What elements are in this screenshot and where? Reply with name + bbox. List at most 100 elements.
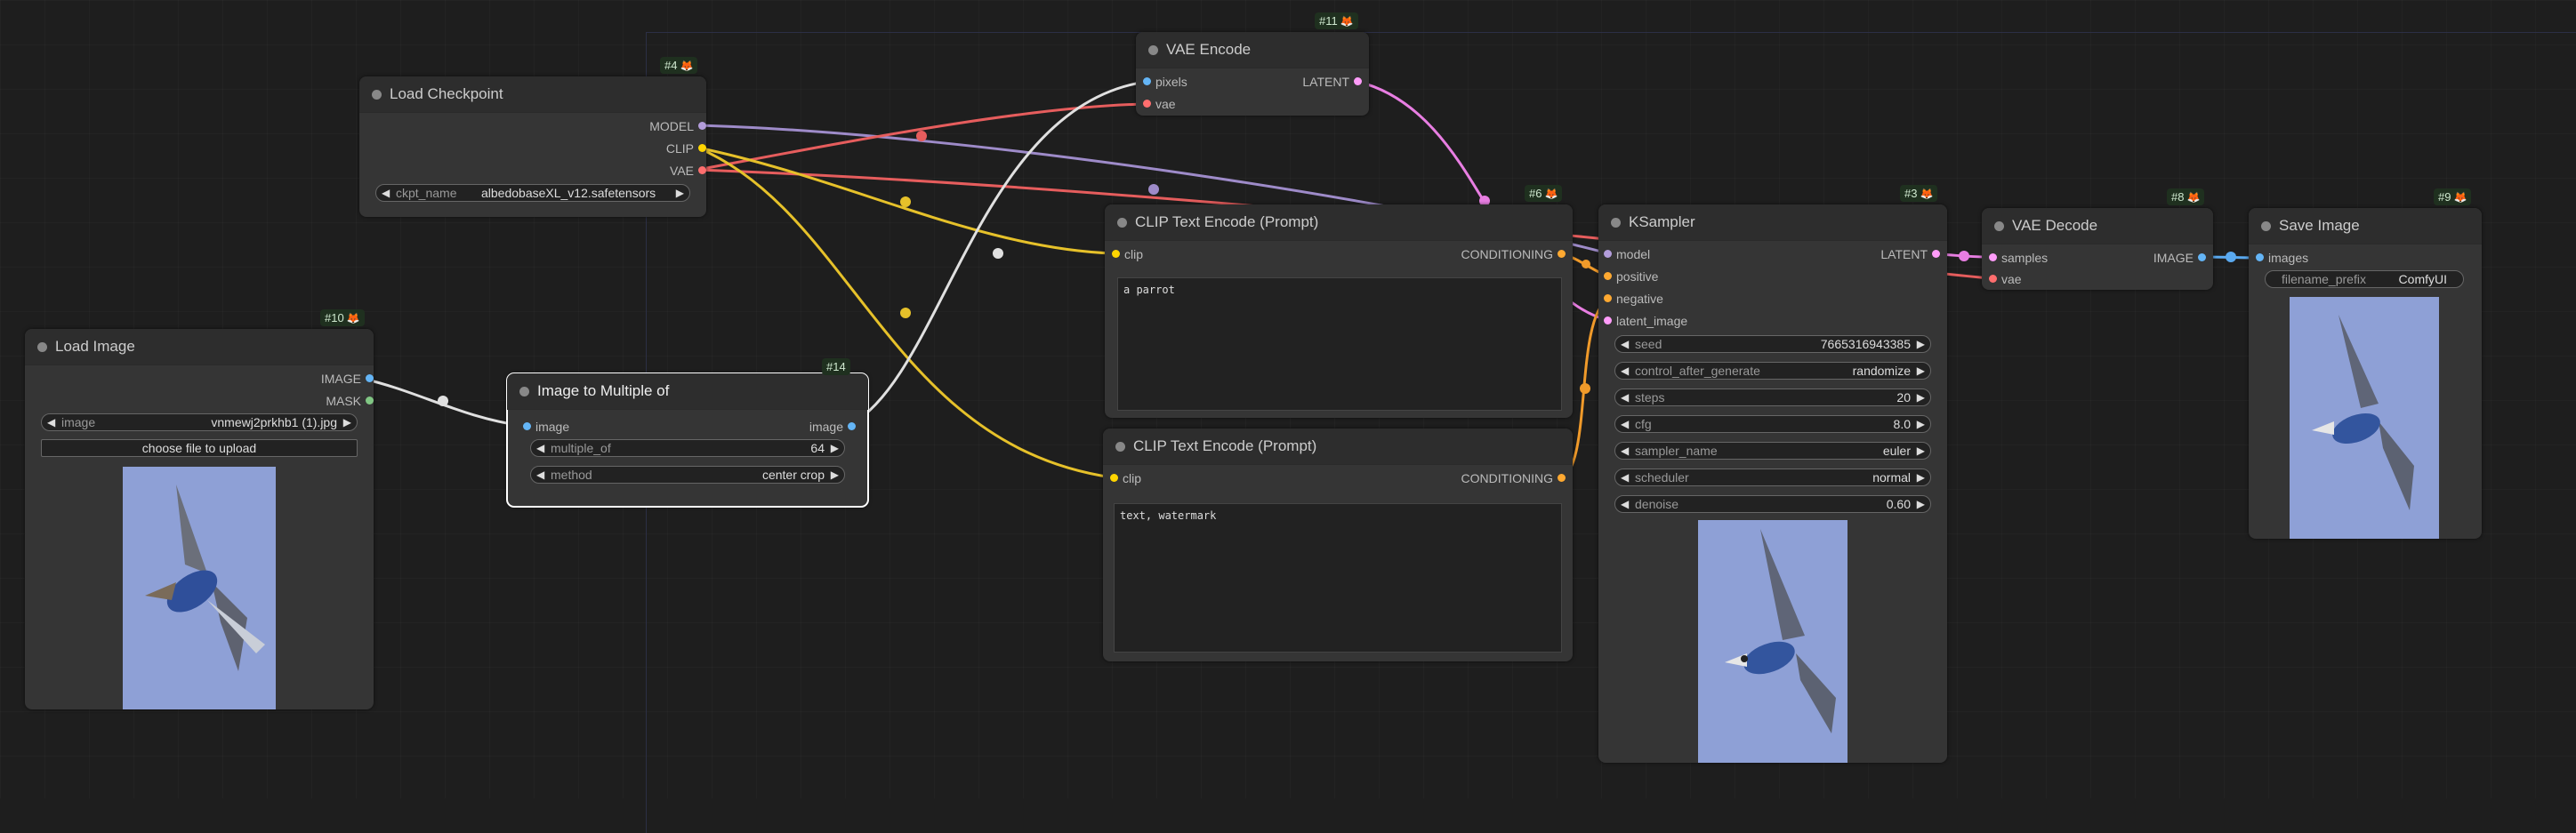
output-vae[interactable]: VAE	[670, 164, 706, 178]
node-title[interactable]: Image to Multiple of	[507, 373, 868, 410]
node-ksampler[interactable]: KSampler model positive negative latent_…	[1598, 204, 1947, 763]
arrow-right-icon[interactable]: ▶	[1917, 469, 1925, 485]
ckpt-name-combo[interactable]: ◀ ckpt_name albedobaseXL_v12.safetensors…	[375, 184, 690, 202]
output-pin[interactable]	[1558, 474, 1566, 482]
sampler-name-combo[interactable]: ◀ sampler_name euler ▶	[1614, 442, 1931, 460]
arrow-left-icon[interactable]: ◀	[536, 440, 544, 456]
input-negative[interactable]: negative	[1604, 292, 1663, 306]
node-vae-encode[interactable]: VAE Encode pixels vae LATENT	[1136, 32, 1369, 116]
node-title[interactable]: VAE Encode	[1136, 32, 1369, 68]
input-pin[interactable]	[1143, 77, 1151, 85]
node-title[interactable]: CLIP Text Encode (Prompt)	[1103, 429, 1573, 465]
input-clip[interactable]: clip	[1112, 247, 1143, 261]
arrow-left-icon[interactable]: ◀	[1621, 443, 1629, 459]
arrow-right-icon[interactable]: ▶	[676, 185, 684, 201]
output-latent[interactable]: LATENT	[1880, 247, 1940, 261]
output-image[interactable]: IMAGE	[2153, 251, 2206, 265]
arrow-left-icon[interactable]: ◀	[1621, 496, 1629, 512]
arrow-left-icon[interactable]: ◀	[1621, 336, 1629, 352]
output-clip[interactable]: CLIP	[666, 141, 706, 156]
arrow-left-icon[interactable]: ◀	[382, 185, 390, 201]
input-pin[interactable]	[523, 422, 531, 430]
input-clip[interactable]: clip	[1110, 471, 1141, 485]
node-load-checkpoint[interactable]: Load Checkpoint MODEL CLIP VAE ◀ ckpt_na…	[359, 76, 706, 217]
node-vae-decode[interactable]: VAE Decode samples vae IMAGE	[1982, 208, 2213, 290]
node-clip-text-encode-negative[interactable]: CLIP Text Encode (Prompt) clip CONDITION…	[1103, 429, 1573, 661]
input-pin[interactable]	[1604, 316, 1612, 324]
input-pin[interactable]	[1989, 275, 1997, 283]
output-latent[interactable]: LATENT	[1302, 75, 1362, 89]
input-pixels[interactable]: pixels	[1143, 75, 1187, 89]
output-pin[interactable]	[698, 122, 706, 130]
output-pin[interactable]	[1558, 250, 1566, 258]
input-vae[interactable]: vae	[1143, 97, 1176, 111]
denoise-widget[interactable]: ◀ denoise 0.60 ▶	[1614, 495, 1931, 513]
arrow-right-icon[interactable]: ▶	[1917, 363, 1925, 379]
upload-button[interactable]: choose file to upload	[41, 439, 358, 457]
input-model[interactable]: model	[1604, 247, 1650, 261]
prompt-textarea[interactable]: text, watermark	[1114, 503, 1562, 653]
input-pin[interactable]	[1110, 474, 1118, 482]
arrow-left-icon[interactable]: ◀	[1621, 389, 1629, 405]
collapse-dot[interactable]	[372, 90, 382, 100]
arrow-left-icon[interactable]: ◀	[1621, 363, 1629, 379]
output-conditioning[interactable]: CONDITIONING	[1461, 247, 1566, 261]
output-mask[interactable]: MASK	[326, 394, 374, 408]
arrow-right-icon[interactable]: ▶	[1917, 496, 1925, 512]
arrow-left-icon[interactable]: ◀	[1621, 416, 1629, 432]
collapse-dot[interactable]	[1117, 218, 1127, 228]
collapse-dot[interactable]	[37, 342, 47, 352]
node-load-image[interactable]: Load Image IMAGE MASK ◀ image vnmewj2prk…	[25, 329, 374, 709]
input-images[interactable]: images	[2256, 251, 2308, 265]
input-samples[interactable]: samples	[1989, 251, 2048, 265]
input-pin[interactable]	[2256, 253, 2264, 261]
node-image-to-multiple[interactable]: Image to Multiple of image image ◀ multi…	[506, 372, 869, 508]
input-pin[interactable]	[1143, 100, 1151, 108]
scheduler-combo[interactable]: ◀ scheduler normal ▶	[1614, 469, 1931, 486]
node-title[interactable]: KSampler	[1598, 204, 1947, 241]
output-image[interactable]: IMAGE	[321, 372, 374, 386]
node-title[interactable]: CLIP Text Encode (Prompt)	[1105, 204, 1573, 241]
output-pin[interactable]	[366, 396, 374, 404]
arrow-left-icon[interactable]: ◀	[536, 467, 544, 483]
arrow-right-icon[interactable]: ▶	[1917, 389, 1925, 405]
prompt-textarea[interactable]: a parrot	[1117, 277, 1562, 411]
input-positive[interactable]: positive	[1604, 269, 1658, 284]
input-image[interactable]: image	[523, 420, 569, 434]
cfg-widget[interactable]: ◀ cfg 8.0 ▶	[1614, 415, 1931, 433]
output-pin[interactable]	[366, 374, 374, 382]
arrow-right-icon[interactable]: ▶	[1917, 416, 1925, 432]
output-pin[interactable]	[698, 144, 706, 152]
multiple-of-widget[interactable]: ◀ multiple_of 64 ▶	[530, 439, 845, 457]
output-image[interactable]: image	[809, 420, 856, 434]
collapse-dot[interactable]	[2261, 221, 2271, 231]
arrow-right-icon[interactable]: ▶	[831, 440, 839, 456]
node-title[interactable]: VAE Decode	[1982, 208, 2213, 244]
input-pin[interactable]	[1989, 253, 1997, 261]
filename-prefix-widget[interactable]: filename_prefix ComfyUI	[2265, 270, 2464, 288]
arrow-right-icon[interactable]: ▶	[831, 467, 839, 483]
output-pin[interactable]	[848, 422, 856, 430]
input-pin[interactable]	[1604, 250, 1612, 258]
output-pin[interactable]	[698, 166, 706, 174]
arrow-left-icon[interactable]: ◀	[47, 414, 55, 430]
output-pin[interactable]	[2198, 253, 2206, 261]
collapse-dot[interactable]	[519, 387, 529, 396]
input-vae[interactable]: vae	[1989, 272, 2022, 286]
node-title[interactable]: Load Image	[25, 329, 374, 365]
arrow-right-icon[interactable]: ▶	[1917, 443, 1925, 459]
method-combo[interactable]: ◀ method center crop ▶	[530, 466, 845, 484]
output-pin[interactable]	[1932, 250, 1940, 258]
control-after-generate-combo[interactable]: ◀ control_after_generate randomize ▶	[1614, 362, 1931, 380]
arrow-right-icon[interactable]: ▶	[1917, 336, 1925, 352]
node-save-image[interactable]: Save Image images filename_prefix ComfyU…	[2249, 208, 2482, 539]
output-model[interactable]: MODEL	[649, 119, 706, 133]
collapse-dot[interactable]	[1994, 221, 2004, 231]
collapse-dot[interactable]	[1148, 45, 1158, 55]
collapse-dot[interactable]	[1115, 442, 1125, 452]
input-pin[interactable]	[1112, 250, 1120, 258]
input-pin[interactable]	[1604, 272, 1612, 280]
image-combo[interactable]: ◀ image vnmewj2prkhb1 (1).jpg ▶	[41, 413, 358, 431]
output-conditioning[interactable]: CONDITIONING	[1461, 471, 1566, 485]
output-pin[interactable]	[1354, 77, 1362, 85]
